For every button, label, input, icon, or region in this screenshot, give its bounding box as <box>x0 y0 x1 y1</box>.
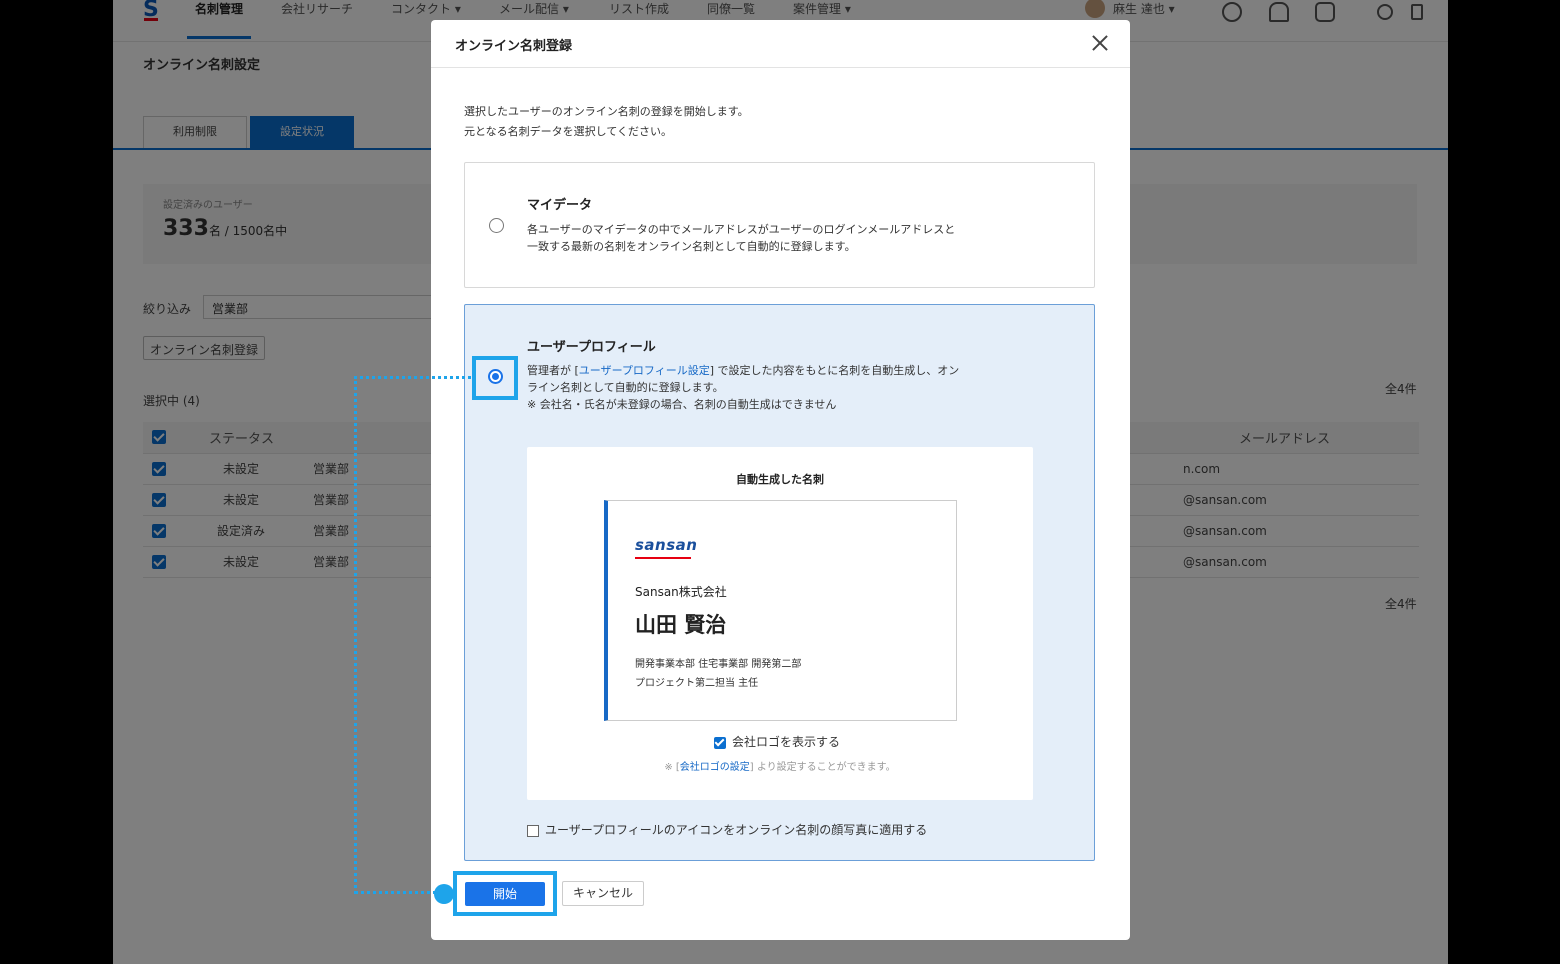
guide-dot <box>434 884 454 904</box>
dialog-intro: 選択したユーザーのオンライン名刺の登録を開始します。 元となる名刺データを選択し… <box>464 102 749 142</box>
start-button[interactable]: 開始 <box>465 882 545 906</box>
show-logo-checkbox[interactable]: 会社ロゴを表示する <box>714 733 840 750</box>
option-desc: 各ユーザーのマイデータの中でメールアドレスがユーザーのログインメールアドレスと … <box>527 223 956 253</box>
guide-line <box>354 891 444 894</box>
radio-user-profile[interactable] <box>488 369 503 384</box>
preview-title: 自動生成した名刺 <box>736 473 824 486</box>
apply-icon-checkbox[interactable]: ユーザープロフィールのアイコンをオンライン名刺の顔写真に適用する <box>527 821 927 838</box>
cancel-button[interactable]: キャンセル <box>562 881 644 906</box>
logo-underline <box>635 557 691 559</box>
option-desc: 管理者が [ユーザープロフィール設定] で設定した内容をもとに名刺を自動生成し、… <box>527 364 960 411</box>
dialog-title: オンライン名刺登録 <box>455 39 573 54</box>
user-profile-settings-link[interactable]: ユーザープロフィール設定 <box>579 364 710 377</box>
card-department: 開発事業本部 住宅事業部 開発第二部 プロジェクト第二担当 主任 <box>635 659 802 689</box>
card-company: Sansan株式会社 <box>635 585 727 599</box>
generated-card-preview: 自動生成した名刺 sansan Sansan株式会社 山田 賢治 開発事業本部 … <box>527 447 1033 800</box>
card-person-name: 山田 賢治 <box>635 613 727 637</box>
business-card: sansan Sansan株式会社 山田 賢治 開発事業本部 住宅事業部 開発第… <box>604 500 957 721</box>
guide-line <box>354 376 471 379</box>
online-card-register-dialog: オンライン名刺登録 選択したユーザーのオンライン名刺の登録を開始します。 元とな… <box>431 20 1130 940</box>
intro-line: 元となる名刺データを選択してください。 <box>464 125 673 138</box>
close-icon[interactable] <box>1091 34 1109 52</box>
logo-settings-link[interactable]: 会社ロゴの設定 <box>680 762 750 773</box>
option-user-profile[interactable]: ユーザープロフィール 管理者が [ユーザープロフィール設定] で設定した内容をも… <box>464 304 1095 861</box>
option-my-data[interactable]: マイデータ 各ユーザーのマイデータの中でメールアドレスがユーザーのログインメール… <box>464 162 1095 288</box>
guide-line <box>354 376 357 894</box>
logo-settings-note: ※ [会社ロゴの設定] より設定することができます。 <box>664 762 896 773</box>
dialog-header: オンライン名刺登録 <box>431 20 1130 68</box>
option-title: マイデータ <box>527 198 593 213</box>
company-logo: sansan <box>635 536 698 554</box>
option-title: ユーザープロフィール <box>527 340 656 355</box>
intro-line: 選択したユーザーのオンライン名刺の登録を開始します。 <box>464 105 749 118</box>
radio-my-data[interactable] <box>489 218 504 233</box>
